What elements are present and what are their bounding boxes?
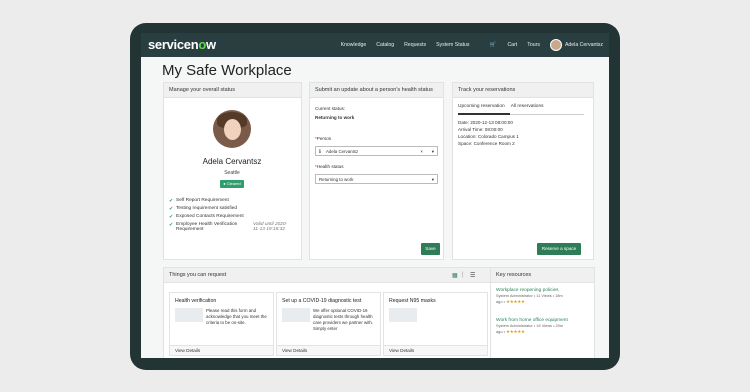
person-field[interactable]: ℹ Adela Cervantsz × ▾ bbox=[315, 146, 438, 156]
health-status-label: *Health status bbox=[315, 164, 344, 169]
card-image bbox=[175, 308, 203, 322]
reservations-panel-header: Track your reservations bbox=[453, 83, 593, 98]
tab-all-reservations[interactable]: All reservations bbox=[511, 104, 544, 109]
nav-catalog[interactable]: Catalog bbox=[376, 42, 394, 48]
active-tab-indicator bbox=[458, 113, 510, 115]
profile-location: Seattle bbox=[224, 170, 240, 176]
check-icon: ✔ bbox=[169, 198, 174, 204]
clear-icon[interactable]: × bbox=[420, 147, 423, 157]
requirement-list: ✔ Self Report Requirement ✔ Testing requir… bbox=[169, 198, 297, 235]
current-status-label: Current status: bbox=[315, 106, 346, 111]
check-icon: ✔ bbox=[169, 214, 174, 220]
chevron-down-icon[interactable]: ▾ bbox=[432, 175, 434, 185]
resource-item[interactable]: Workplace reopening policies System Admi… bbox=[496, 288, 586, 304]
request-card-n95-masks[interactable]: Request N95 masks View Details bbox=[383, 292, 488, 356]
request-panel: Things you can request ▦ | ☰ Health veri… bbox=[163, 267, 512, 358]
page-title: My Safe Workplace bbox=[162, 62, 292, 79]
card-image bbox=[389, 308, 417, 322]
nav-cart[interactable]: 🛒 Cart bbox=[480, 42, 518, 48]
rating-stars: ★★★★★ bbox=[506, 328, 525, 334]
view-details-link[interactable]: View Details bbox=[384, 345, 487, 355]
list-item: ✔ Employee Health Verification Requiremen… bbox=[169, 222, 297, 232]
valid-until: Valid until 2020-11-13 19:18:32 bbox=[253, 222, 288, 232]
request-card-health-verification[interactable]: Health verification Please read this for… bbox=[169, 292, 274, 356]
card-image bbox=[282, 308, 310, 322]
screen: servicenow Knowledge Catalog Requests Sy… bbox=[141, 33, 609, 358]
resources-panel: Key resources Workplace reopening polici… bbox=[490, 267, 595, 358]
chevron-down-icon[interactable]: ▾ bbox=[432, 147, 434, 157]
list-item: ✔ Testing requirement satisfied bbox=[169, 206, 238, 212]
update-panel-header: Submit an update about a person's health… bbox=[310, 83, 443, 98]
divider: | bbox=[462, 272, 464, 278]
nav-tours[interactable]: Tours bbox=[527, 42, 540, 48]
top-nav: servicenow Knowledge Catalog Requests Sy… bbox=[141, 33, 609, 57]
health-status-select[interactable]: Returning to work ▾ bbox=[315, 174, 438, 184]
grid-view-icon[interactable]: ▦ bbox=[452, 272, 458, 279]
status-badge: ● Cleared bbox=[220, 180, 244, 188]
current-status-value: Returning to work bbox=[315, 115, 355, 120]
person-label: *Person bbox=[315, 136, 332, 141]
user-name[interactable]: Adela Cervantsz bbox=[565, 42, 603, 48]
list-item: ✔ Exposed Contacts Requirement bbox=[169, 214, 244, 220]
resource-item[interactable]: Work from home office equipment System A… bbox=[496, 318, 586, 334]
list-view-icon[interactable]: ☰ bbox=[470, 272, 475, 279]
view-details-link[interactable]: View Details bbox=[277, 345, 380, 355]
profile-name: Adela Cervantsz bbox=[202, 157, 262, 166]
servicenow-logo[interactable]: servicenow bbox=[148, 37, 216, 52]
check-icon: ✔ bbox=[169, 222, 174, 228]
update-panel: Submit an update about a person's health… bbox=[309, 82, 444, 260]
status-panel-header: Manage your overall status bbox=[164, 83, 301, 98]
resources-panel-header: Key resources bbox=[491, 268, 594, 283]
reservations-panel: Track your reservations Upcoming reserva… bbox=[452, 82, 594, 260]
reservation-details: Date: 2020-12-13 08:00:00 Arrival Time: … bbox=[458, 120, 519, 146]
nav-requests[interactable]: Requests bbox=[404, 42, 426, 48]
list-item: ✔ Self Report Requirement bbox=[169, 198, 229, 204]
user-avatar[interactable] bbox=[549, 39, 562, 51]
info-icon: ℹ bbox=[319, 149, 321, 155]
profile-avatar bbox=[213, 110, 251, 148]
request-card-covid-test[interactable]: Set up a COVID-19 diagnostic test We off… bbox=[276, 292, 381, 356]
tab-upcoming-reservation[interactable]: Upcoming reservation bbox=[458, 104, 505, 109]
request-panel-header: Things you can request bbox=[164, 268, 511, 283]
reserve-space-button[interactable]: Reserve a space bbox=[537, 243, 581, 255]
nav-knowledge[interactable]: Knowledge bbox=[341, 42, 367, 48]
nav-system-status[interactable]: System Status bbox=[436, 42, 469, 48]
view-details-link[interactable]: View Details bbox=[170, 345, 273, 355]
status-panel: Manage your overall status Adela Cervant… bbox=[163, 82, 302, 260]
check-icon: ✔ bbox=[169, 206, 174, 212]
cart-icon: 🛒 bbox=[489, 42, 496, 48]
save-button[interactable]: Save bbox=[421, 243, 440, 255]
rating-stars: ★★★★★ bbox=[506, 298, 525, 304]
